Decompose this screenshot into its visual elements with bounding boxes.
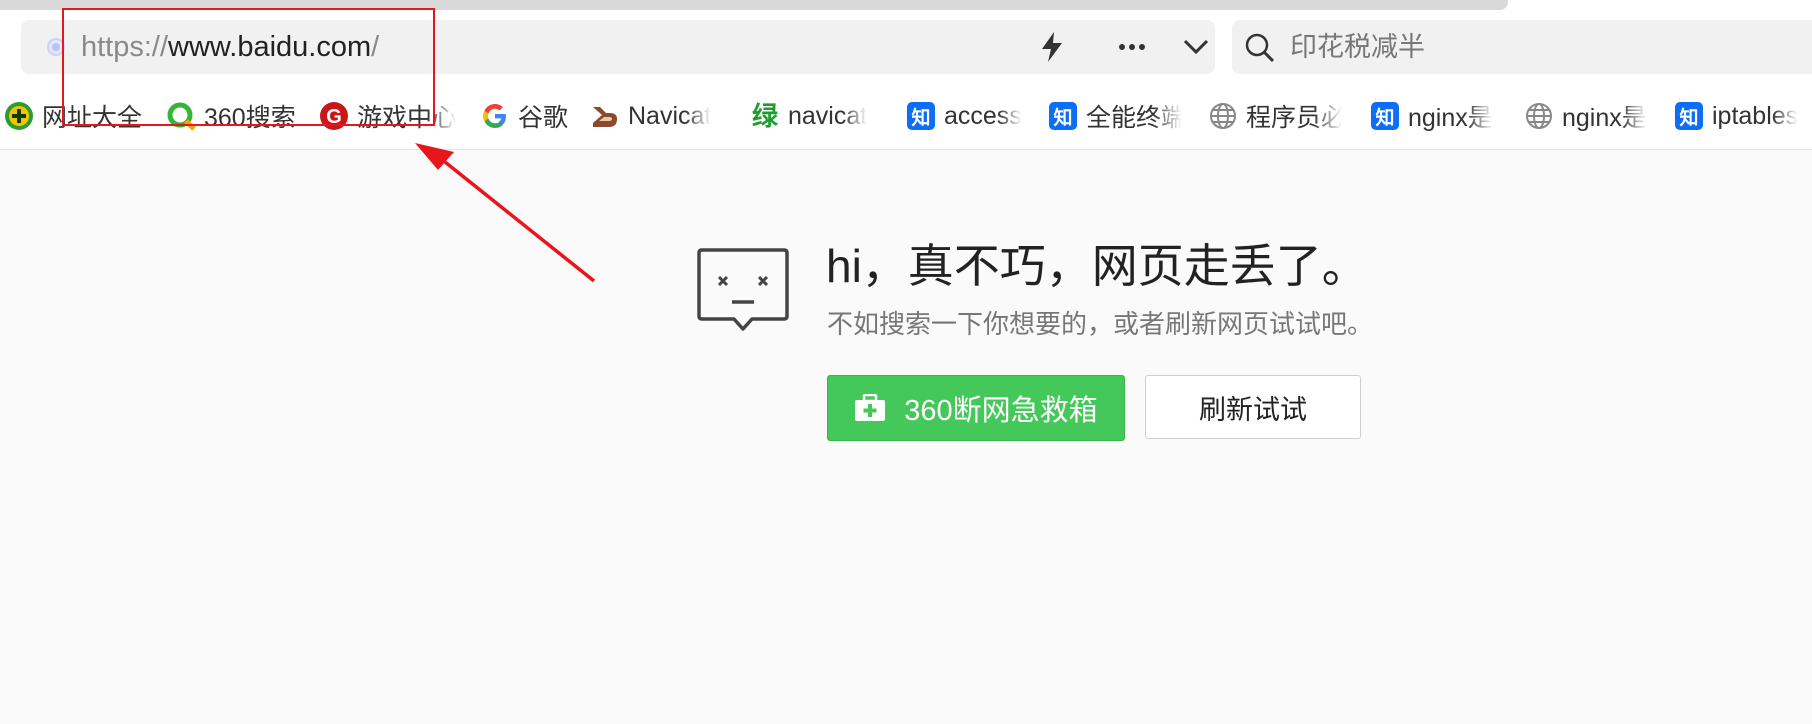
bookmark-label: 谷歌: [518, 104, 569, 132]
error-title: hi，真不巧，网页走丢了。: [826, 240, 1368, 292]
zhihu-icon: 知: [906, 101, 936, 131]
search-icon[interactable]: [1244, 32, 1276, 64]
bookmark-label: iptables: [1712, 101, 1799, 130]
lightning-icon[interactable]: [1035, 30, 1069, 64]
bookmark-item[interactable]: 知 nginx是: [1370, 96, 1493, 136]
sad-page-icon: [697, 248, 789, 331]
search-input[interactable]: 印花税减半: [1290, 30, 1425, 64]
navicat-icon: [590, 101, 620, 131]
green-glyph-icon: 绿: [751, 101, 778, 131]
first-aid-kit-icon: [855, 394, 886, 421]
globe-icon: [1208, 101, 1238, 131]
globe-icon: [1524, 101, 1554, 131]
network-first-aid-label: 360断网急救箱: [904, 395, 1098, 427]
plus-circle-icon: [4, 101, 34, 131]
bookmark-label: navicat: [788, 101, 868, 130]
bookmark-label: nginx是: [1408, 104, 1493, 132]
refresh-label: 刷新试试: [1199, 394, 1307, 425]
bookmark-item[interactable]: 知 全能终端: [1048, 96, 1182, 136]
zhihu-icon: 知: [1370, 101, 1400, 131]
bookmark-label: 程序员必: [1246, 104, 1342, 132]
bookmark-item[interactable]: 知 iptables: [1674, 96, 1798, 136]
bookmark-label: 全能终端: [1086, 104, 1182, 132]
bookmark-item[interactable]: 谷歌: [480, 96, 568, 136]
chevron-down-icon[interactable]: [1179, 30, 1213, 64]
zhihu-icon: 知: [1048, 101, 1078, 131]
bookmark-item[interactable]: Navicat: [590, 96, 711, 136]
error-subtitle: 不如搜索一下你想要的，或者刷新网页试试吧。: [827, 309, 1374, 339]
google-icon: [480, 101, 510, 131]
zhihu-icon: 知: [1674, 101, 1704, 131]
more-options-icon[interactable]: [1115, 30, 1149, 64]
network-first-aid-button[interactable]: 360断网急救箱: [827, 375, 1125, 441]
bookmark-item[interactable]: nginx是: [1524, 96, 1647, 136]
refresh-button[interactable]: 刷新试试: [1145, 375, 1361, 439]
bookmark-item[interactable]: 知 access: [906, 96, 1022, 136]
bookmark-label: Navicat: [628, 101, 712, 130]
bookmark-item[interactable]: 绿 navicat: [750, 96, 867, 136]
bookmark-label: nginx是: [1562, 104, 1647, 132]
search-box[interactable]: 印花税减半: [1232, 20, 1812, 74]
annotation-highlight-box: [62, 8, 435, 126]
bookmark-label: access: [944, 101, 1022, 130]
bookmark-item[interactable]: 程序员必: [1208, 96, 1342, 136]
